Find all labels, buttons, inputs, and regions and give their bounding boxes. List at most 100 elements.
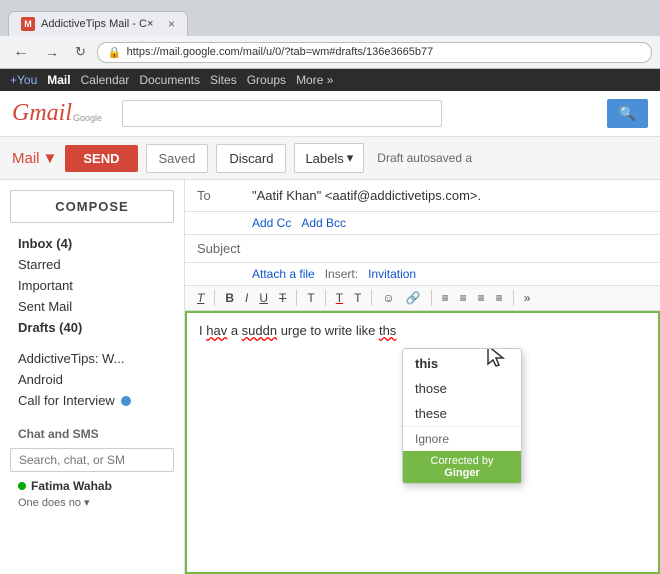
search-icon: 🔍 xyxy=(619,105,636,121)
subject-input[interactable] xyxy=(252,239,648,258)
format-size-button[interactable]: T xyxy=(303,289,318,307)
format-font-color-button[interactable]: T xyxy=(332,289,347,307)
add-bcc-link[interactable]: Add Bcc xyxy=(301,216,346,230)
correction-option-2[interactable]: those xyxy=(403,376,521,401)
contact-dropdown-icon[interactable]: ▾ xyxy=(84,496,90,509)
sidebar-item-call-for-interview[interactable]: Call for Interview xyxy=(10,390,174,411)
ssl-icon: 🔒 xyxy=(108,46,122,59)
tab-title: AddictiveTips Mail - C× xyxy=(41,18,162,30)
toolbar-separator-2 xyxy=(296,290,297,306)
sidebar-item-important[interactable]: Important xyxy=(10,275,174,296)
labels-button[interactable]: Labels ▾ xyxy=(294,143,364,173)
back-button[interactable]: ← xyxy=(8,41,34,63)
contact-name: Fatima Wahab xyxy=(31,479,112,493)
format-strikethrough-button[interactable]: T xyxy=(275,289,290,307)
call-for-interview-text: Call for Interview xyxy=(18,393,115,408)
format-indent-right-button[interactable]: ≡ xyxy=(492,289,507,307)
main-content: COMPOSE Inbox (4) Starred Important Sent… xyxy=(0,180,660,574)
nav-more[interactable]: More » xyxy=(296,73,333,87)
subject-row: Subject xyxy=(185,235,660,263)
sidebar-item-addictive-tips[interactable]: AddictiveTips: W... xyxy=(10,348,174,369)
add-cc-link[interactable]: Add Cc xyxy=(252,216,291,230)
correction-footer: Corrected by Ginger xyxy=(403,451,521,483)
forward-button[interactable]: → xyxy=(40,42,64,62)
format-indent-left-button[interactable]: ≡ xyxy=(474,289,489,307)
format-font-button[interactable]: T xyxy=(193,289,208,307)
nav-groups[interactable]: Groups xyxy=(247,73,286,87)
sidebar-item-android[interactable]: Android xyxy=(10,369,174,390)
sidebar-item-sent-mail[interactable]: Sent Mail xyxy=(10,296,174,317)
gmail-logo-sub: Google xyxy=(73,113,102,123)
nav-sites[interactable]: Sites xyxy=(210,73,237,87)
reload-button[interactable]: ↻ xyxy=(70,42,91,62)
discard-button[interactable]: Discard xyxy=(216,144,286,173)
google-nav-bar: +You Mail Calendar Documents Sites Group… xyxy=(0,69,660,91)
nav-calendar[interactable]: Calendar xyxy=(81,73,130,87)
format-ordered-list-button[interactable]: ≡ xyxy=(438,289,453,307)
mail-dropdown-arrow-icon: ▼ xyxy=(43,150,58,167)
chat-section-title: Chat and SMS xyxy=(10,421,174,444)
toolbar-separator-3 xyxy=(325,290,326,306)
insert-value-link[interactable]: Invitation xyxy=(368,267,416,281)
formatting-toolbar: T B I U T T T T ☺ 🔗 ≡ ≡ ≡ ≡ » xyxy=(185,286,660,311)
browser-tab[interactable]: M AddictiveTips Mail - C× × xyxy=(8,11,188,36)
format-underline-button[interactable]: U xyxy=(255,289,272,307)
format-italic-button[interactable]: I xyxy=(241,289,252,307)
toolbar-separator-5 xyxy=(431,290,432,306)
draft-status: Draft autosaved a xyxy=(377,151,472,165)
tab-close-btn[interactable]: × xyxy=(168,17,175,31)
subject-label: Subject xyxy=(197,241,252,256)
gmail-logo: Gmail Google xyxy=(12,100,102,127)
mail-label[interactable]: Mail ▼ xyxy=(12,150,57,167)
labels-dropdown-icon: ▾ xyxy=(347,150,354,166)
tab-favicon: M xyxy=(21,17,35,31)
url-bar[interactable]: 🔒 https://mail.google.com/mail/u/0/?tab=… xyxy=(97,42,652,63)
format-unordered-list-button[interactable]: ≡ xyxy=(456,289,471,307)
to-field-row: To "Aatif Khan" <aatif@addictivetips.com… xyxy=(185,180,660,212)
sidebar-item-inbox[interactable]: Inbox (4) xyxy=(10,233,174,254)
correction-footer-text: Corrected by xyxy=(431,455,494,467)
saved-button[interactable]: Saved xyxy=(146,144,209,173)
search-input[interactable] xyxy=(122,100,442,127)
online-status-icon xyxy=(18,482,26,490)
labels-button-text: Labels xyxy=(305,151,343,166)
gmail-logo-text: Gmail xyxy=(12,100,72,127)
format-bold-button[interactable]: B xyxy=(221,289,238,307)
url-text: https://mail.google.com/mail/u/0/?tab=wm… xyxy=(127,46,641,58)
attach-file-link[interactable]: Attach a file xyxy=(252,267,315,281)
to-value: "Aatif Khan" <aatif@addictivetips.com>. xyxy=(252,188,648,203)
nav-mail[interactable]: Mail xyxy=(47,73,70,87)
browser-chrome: M AddictiveTips Mail - C× × ← → ↻ 🔒 http… xyxy=(0,0,660,69)
correction-brand: Ginger xyxy=(444,467,479,479)
cursor-arrow-icon xyxy=(486,348,506,368)
correction-ignore[interactable]: Ignore xyxy=(403,426,521,451)
contact-item-fatima[interactable]: Fatima Wahab xyxy=(10,476,174,496)
tab-bar: M AddictiveTips Mail - C× × xyxy=(0,0,660,36)
search-bar-container xyxy=(122,100,583,127)
email-body[interactable]: I hav a suddn urge to write like ths thi… xyxy=(185,311,660,574)
nav-documents[interactable]: Documents xyxy=(139,73,200,87)
contact-preview: One does no ▾ xyxy=(10,496,174,509)
sidebar-item-starred[interactable]: Starred xyxy=(10,254,174,275)
toolbar-separator-6 xyxy=(513,290,514,306)
format-more-button[interactable]: » xyxy=(520,289,535,307)
misspelled-hav: hav xyxy=(206,323,227,338)
nav-plus-you[interactable]: +You xyxy=(10,73,37,87)
correction-option-3[interactable]: these xyxy=(403,401,521,426)
format-highlight-button[interactable]: T xyxy=(350,289,365,307)
toolbar-separator-1 xyxy=(214,290,215,306)
misspelled-ths: ths xyxy=(379,323,396,338)
address-bar: ← → ↻ 🔒 https://mail.google.com/mail/u/0… xyxy=(0,36,660,69)
attach-row: Attach a file Insert: Invitation xyxy=(185,263,660,286)
compose-button[interactable]: COMPOSE xyxy=(10,190,174,223)
body-text: I hav a suddn urge to write like ths xyxy=(199,323,396,338)
misspelled-suddn: suddn xyxy=(242,323,277,338)
search-button[interactable]: 🔍 xyxy=(607,99,648,128)
chat-search-input[interactable] xyxy=(10,448,174,472)
mail-label-text: Mail xyxy=(12,150,40,167)
format-emoji-button[interactable]: ☺ xyxy=(378,289,398,307)
format-link-button[interactable]: 🔗 xyxy=(402,289,425,307)
send-button[interactable]: SEND xyxy=(65,145,137,172)
sidebar-item-drafts[interactable]: Drafts (40) xyxy=(10,317,174,338)
cc-bcc-links: Add Cc Add Bcc xyxy=(185,212,660,235)
